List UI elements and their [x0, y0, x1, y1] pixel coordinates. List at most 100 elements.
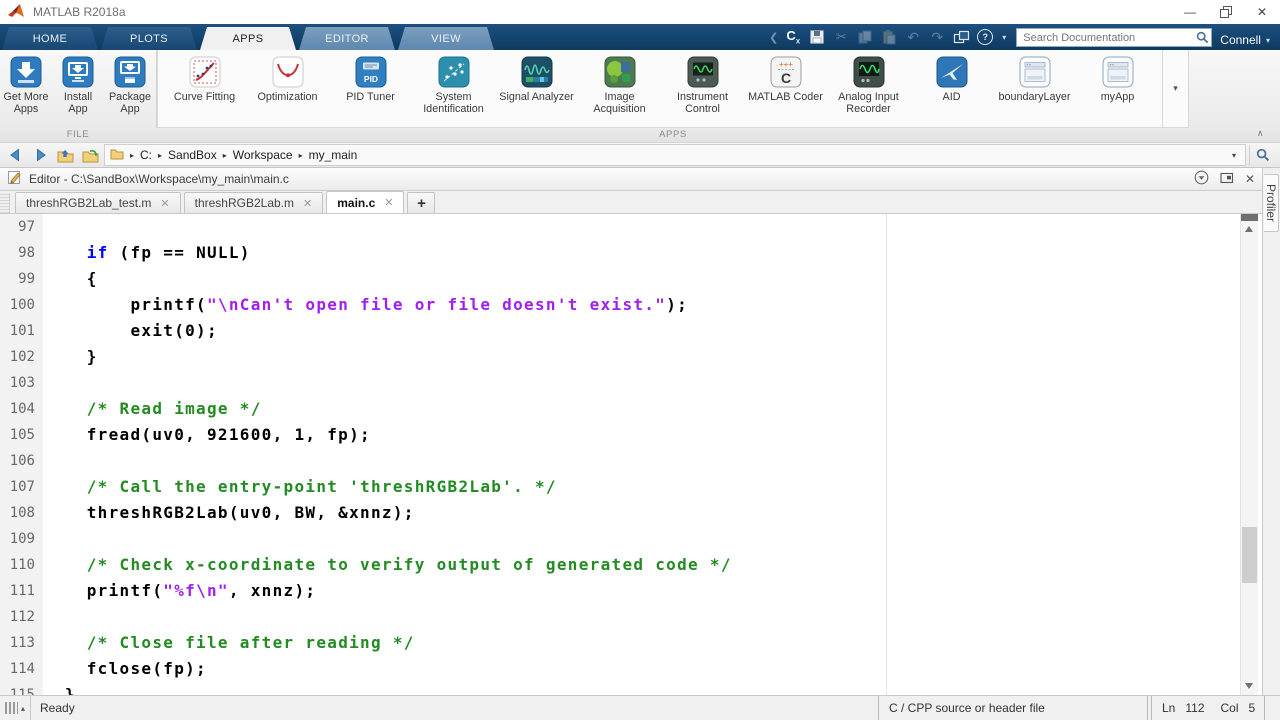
back-icon[interactable]	[4, 145, 26, 165]
curve-fitting-icon	[189, 56, 221, 88]
app-package-app[interactable]: Package App	[106, 56, 155, 128]
forward-icon[interactable]	[29, 145, 51, 165]
app-system-identification[interactable]: System Identification	[412, 56, 495, 127]
app-matlab-coder[interactable]: +++CMATLAB Coder	[744, 56, 827, 127]
ribbon-tab-apps[interactable]: APPS	[200, 27, 296, 50]
svg-text:+++: +++	[778, 60, 792, 69]
code-text: printf("%f\n", xnnz);	[43, 578, 316, 604]
up-one-level-icon[interactable]	[54, 145, 76, 165]
redo-icon[interactable]: ↷	[926, 27, 948, 47]
document-tab-bar: threshRGB2Lab_test.m✕threshRGB2Lab.m✕mai…	[0, 191, 1262, 214]
code-line: 98 if (fp == NULL)	[0, 240, 1238, 266]
restore-button[interactable]	[1208, 1, 1244, 24]
search-icon[interactable]	[1196, 31, 1209, 49]
tab-close-icon[interactable]: ✕	[384, 196, 393, 209]
minimize-button[interactable]: —	[1172, 1, 1208, 24]
breadcrumb-item-c-[interactable]: C:	[136, 148, 156, 162]
quick-access-dropdown[interactable]: ▾	[998, 33, 1010, 42]
optimization-icon	[272, 56, 304, 88]
search-input[interactable]	[1016, 28, 1212, 47]
app-optimization[interactable]: Optimization	[246, 56, 329, 127]
code-line: 109	[0, 526, 1238, 552]
app-label: Curve Fitting	[174, 91, 235, 103]
editor-close-icon[interactable]: ✕	[1245, 172, 1255, 186]
save-icon[interactable]	[806, 27, 828, 47]
signal-analyzer-icon	[521, 56, 553, 88]
breadcrumb-item-workspace[interactable]: Workspace	[229, 148, 297, 162]
tab-close-icon[interactable]: ✕	[303, 197, 312, 210]
tab-close-icon[interactable]: ✕	[160, 197, 169, 210]
breadcrumb-item-sandbox[interactable]: SandBox	[164, 148, 221, 162]
app-image-acquisition[interactable]: Image Acquisition	[578, 56, 661, 127]
code-line: 111 printf("%f\n", xnnz);	[0, 578, 1238, 604]
scrollbar-thumb[interactable]	[1242, 527, 1257, 583]
tab-label: threshRGB2Lab_test.m	[26, 196, 151, 210]
panel-grip[interactable]: ▴	[0, 696, 31, 720]
editor-actions-icon[interactable]	[1194, 170, 1209, 188]
app-label: Install App	[54, 91, 103, 115]
profiler-tab[interactable]: Profiler	[1264, 174, 1279, 232]
vertical-scrollbar[interactable]	[1240, 214, 1258, 695]
code-line: 112	[0, 604, 1238, 630]
folder-search-icon[interactable]	[1249, 145, 1276, 165]
scroll-up-arrow[interactable]	[1245, 226, 1253, 232]
collapse-ribbon-button[interactable]: ∧	[1257, 128, 1264, 139]
column-value: 5	[1249, 701, 1256, 715]
app-myapp[interactable]: myApp	[1076, 56, 1159, 127]
code-text: fread(uv0, 921600, 1, fp);	[43, 422, 371, 448]
ribbon-tab-home[interactable]: HOME	[2, 27, 98, 50]
breadcrumb-item-my-main[interactable]: my_main	[305, 148, 362, 162]
gallery-dropdown-button[interactable]: ▾	[1162, 50, 1188, 127]
status-message: Ready	[31, 696, 84, 720]
app-curve-fitting[interactable]: Curve Fitting	[163, 56, 246, 127]
ribbon-tab-plots[interactable]: PLOTS	[101, 27, 197, 50]
scroll-down-arrow[interactable]	[1245, 683, 1253, 689]
breadcrumb-dropdown[interactable]: ▾	[1228, 151, 1240, 160]
undo-icon[interactable]: ↶	[902, 27, 924, 47]
tab-label: threshRGB2Lab.m	[195, 196, 294, 210]
app-get-more-apps[interactable]: Get More Apps	[2, 56, 51, 128]
split-document-handle[interactable]	[1241, 214, 1258, 221]
line-number: 98	[0, 240, 35, 266]
cut-icon[interactable]: ✂	[830, 27, 852, 47]
app-label: MATLAB Coder	[748, 91, 823, 103]
editor-tab-threshrgb2lab-m[interactable]: threshRGB2Lab.m ✕	[184, 192, 324, 213]
ribbon-tab-editor[interactable]: EDITOR	[299, 27, 395, 50]
switch-windows-icon[interactable]	[950, 27, 972, 47]
user-menu[interactable]: Connell ▾	[1220, 33, 1270, 47]
editor-dock-icon[interactable]	[1220, 171, 1234, 187]
close-button[interactable]: ✕	[1244, 1, 1280, 24]
code-line: 103	[0, 370, 1238, 396]
help-icon[interactable]: ?	[974, 27, 996, 47]
app-instrument-control[interactable]: Instrument Control	[661, 56, 744, 127]
new-tab-button[interactable]: +	[407, 192, 435, 213]
tab-strip-grip[interactable]	[0, 193, 10, 213]
editor-tab-main-c[interactable]: main.c✕	[326, 191, 404, 213]
code-line: 115 }	[0, 682, 1238, 695]
generic-app-icon	[1102, 56, 1134, 88]
app-pid-tuner[interactable]: PIDPID Tuner	[329, 56, 412, 127]
line-number: 112	[0, 604, 35, 630]
line-number: 103	[0, 370, 35, 396]
code-editor[interactable]: 9798 if (fp == NULL)99 {100 printf("\nCa…	[0, 214, 1262, 695]
app-aid[interactable]: AID	[910, 56, 993, 127]
matlab-logo-icon	[8, 4, 26, 20]
app-boundarylayer[interactable]: boundaryLayer	[993, 56, 1076, 127]
app-install-app[interactable]: Install App	[54, 56, 103, 128]
documentation-search	[1016, 28, 1212, 48]
copy-icon[interactable]	[854, 27, 876, 47]
editor-panel: Editor - C:\SandBox\Workspace\my_main\ma…	[0, 168, 1263, 695]
app-label: myApp	[1101, 91, 1135, 103]
ribbon-tab-view[interactable]: VIEW	[398, 27, 494, 50]
line-value: 112	[1185, 701, 1204, 715]
browse-folder-icon[interactable]	[79, 145, 101, 165]
paste-icon[interactable]	[878, 27, 900, 47]
editor-tab-threshrgb2lab-test-m[interactable]: threshRGB2Lab_test.m ✕	[15, 192, 181, 213]
line-number: 110	[0, 552, 35, 578]
app-label: Instrument Control	[661, 91, 744, 115]
line-number: 101	[0, 318, 35, 344]
app-analog-input-recorder[interactable]: Analog Input Recorder	[827, 56, 910, 127]
breadcrumb-separator-icon: ▸	[130, 151, 134, 160]
app-signal-analyzer[interactable]: Signal Analyzer	[495, 56, 578, 127]
custom-command-icon[interactable]: Cx	[782, 27, 804, 47]
